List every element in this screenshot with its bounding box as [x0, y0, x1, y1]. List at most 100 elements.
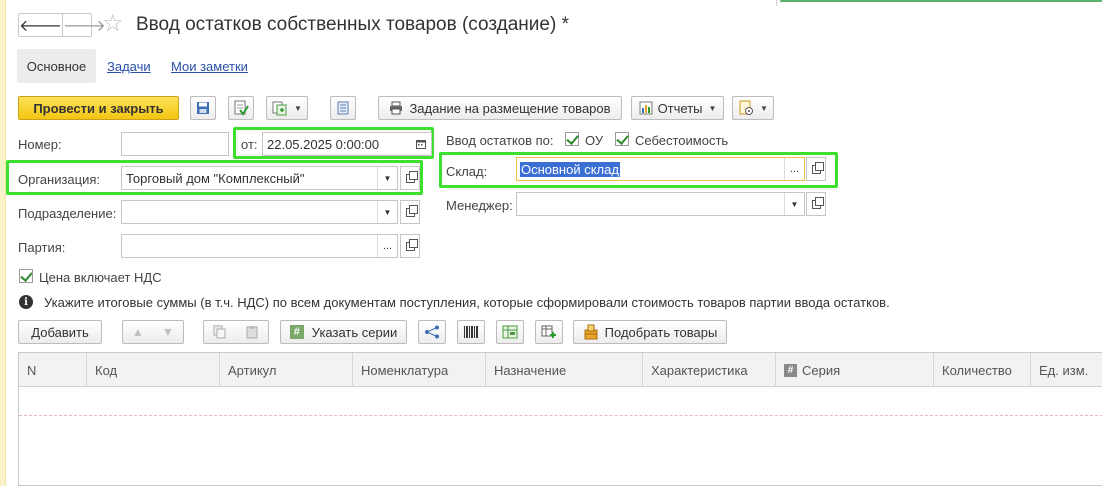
column-header-label: Серия — [802, 362, 841, 378]
price-vat-label: Цена включает НДС — [39, 270, 162, 285]
hash-icon: # — [289, 325, 304, 339]
organization-label: Организация: — [18, 172, 101, 187]
manager-field[interactable]: ▼ — [516, 192, 805, 216]
tab-main[interactable]: Основное — [17, 49, 96, 83]
column-header-characteristic[interactable]: Характеристика — [643, 353, 776, 387]
select-button[interactable]: ... — [377, 235, 397, 257]
arrow-left-icon: 🡐 — [19, 17, 62, 35]
number-field[interactable] — [121, 132, 229, 156]
paste-icon[interactable] — [245, 325, 259, 339]
table-fill-icon — [502, 325, 518, 339]
chevron-down-icon: ▼ — [708, 103, 717, 113]
window-title: Ввод остатков собственных товаров (созда… — [136, 14, 569, 35]
batch-field[interactable]: ... — [121, 234, 398, 258]
column-header-purpose[interactable]: Назначение — [486, 353, 643, 387]
copy-icon[interactable] — [213, 325, 227, 339]
arrow-up-icon[interactable]: ▲ — [132, 325, 144, 339]
column-header-label: Артикул — [228, 362, 277, 378]
organization-field[interactable]: Торговый дом "Комплексный" ▼ — [121, 166, 398, 190]
goods-pick-icon — [584, 324, 598, 340]
column-header-series[interactable]: # Серия — [776, 353, 934, 387]
add-row-label: Добавить — [31, 324, 89, 340]
add-from-table-button[interactable] — [535, 320, 563, 344]
reports-icon — [639, 101, 653, 115]
back-button[interactable]: 🡐 — [19, 14, 63, 36]
forward-button[interactable]: 🡒 — [63, 14, 106, 36]
organization-value: Торговый дом "Комплексный" — [126, 170, 305, 186]
column-header-unit[interactable]: Ед. изм. — [1031, 353, 1102, 387]
column-header-code[interactable]: Код — [87, 353, 220, 387]
division-open-button[interactable] — [400, 200, 420, 224]
division-field[interactable]: ▼ — [121, 200, 398, 224]
tab-my-notes[interactable]: Мои заметки — [171, 59, 248, 74]
more-actions-button[interactable]: ▼ — [732, 96, 774, 120]
cost-checkbox[interactable] — [615, 132, 629, 146]
settings-document-icon — [739, 100, 754, 115]
column-header-label: Характеристика — [651, 362, 748, 378]
column-header-n[interactable]: N — [19, 353, 87, 387]
table-header: N Код Артикул Номенклатура Назначение Ха… — [19, 353, 1102, 387]
date-field[interactable]: 22.05.2025 0:00:00 — [262, 132, 432, 156]
share-icon — [425, 325, 439, 339]
hash-icon: # — [784, 363, 797, 377]
warehouse-open-button[interactable] — [806, 157, 826, 181]
left-strip — [0, 0, 6, 486]
chevron-down-icon[interactable]: ▼ — [377, 201, 397, 223]
navigation-buttons: 🡐 🡒 — [18, 13, 106, 37]
cost-label: Себестоимость — [635, 133, 729, 148]
favorite-star-icon[interactable]: ☆ — [102, 10, 124, 38]
tab-tasks[interactable]: Задачи — [107, 59, 151, 74]
empty-row-separator — [19, 415, 1102, 416]
warehouse-field[interactable]: Основной склад ... — [516, 157, 805, 181]
ou-label: ОУ — [585, 133, 604, 148]
ou-checkbox[interactable] — [565, 132, 579, 146]
batch-label: Партия: — [18, 240, 66, 255]
open-window-icon — [811, 161, 824, 174]
chevron-down-icon: ▼ — [294, 103, 302, 113]
document-journal-button[interactable] — [330, 96, 356, 120]
info-icon: i — [19, 295, 33, 309]
post-and-close-label: Провести и закрыть — [33, 100, 164, 116]
price-vat-checkbox[interactable] — [19, 269, 33, 283]
warehouse-value: Основной склад — [520, 161, 620, 177]
column-header-label: N — [27, 362, 37, 378]
goods-table[interactable]: N Код Артикул Номенклатура Назначение Ха… — [18, 352, 1102, 486]
create-based-on-button[interactable]: ▼ — [266, 96, 308, 120]
journal-icon — [337, 101, 349, 115]
chevron-down-icon[interactable]: ▼ — [784, 193, 804, 215]
specify-series-button[interactable]: # Указать серии — [280, 320, 407, 344]
placement-task-button[interactable]: Задание на размещение товаров — [378, 96, 622, 120]
pick-goods-button[interactable]: Подобрать товары — [573, 320, 727, 344]
manager-label: Менеджер: — [446, 198, 513, 213]
save-button[interactable] — [190, 96, 216, 120]
barcode-button[interactable] — [457, 320, 485, 344]
barcode-icon — [464, 326, 478, 338]
post-button[interactable] — [228, 96, 254, 120]
arrow-down-icon[interactable]: ▼ — [162, 325, 174, 339]
column-header-article[interactable]: Артикул — [220, 353, 353, 387]
column-header-quantity[interactable]: Количество — [934, 353, 1031, 387]
manager-open-button[interactable] — [806, 192, 826, 216]
fill-table-button[interactable] — [496, 320, 524, 344]
column-header-label: Назначение — [494, 362, 567, 378]
column-header-label: Номенклатура — [361, 362, 449, 378]
distribute-button[interactable] — [418, 320, 446, 344]
column-header-label: Код — [95, 362, 118, 378]
table-add-icon — [541, 325, 556, 338]
column-header-nomenclature[interactable]: Номенклатура — [353, 353, 486, 387]
chevron-down-icon: ▼ — [760, 103, 768, 113]
chevron-down-icon[interactable]: ▼ — [377, 167, 397, 189]
open-window-icon — [405, 204, 418, 217]
organization-open-button[interactable] — [400, 166, 420, 190]
arrow-right-icon: 🡒 — [62, 17, 106, 35]
placement-task-label: Задание на размещение товаров — [409, 100, 611, 116]
copy-paste-group — [203, 320, 269, 344]
calendar-icon[interactable] — [411, 133, 431, 155]
batch-open-button[interactable] — [400, 234, 420, 258]
add-row-button[interactable]: Добавить — [18, 320, 102, 344]
open-window-icon — [811, 196, 824, 209]
post-and-close-button[interactable]: Провести и закрыть — [18, 96, 179, 120]
reports-button[interactable]: Отчеты ▼ — [631, 96, 724, 120]
select-button[interactable]: ... — [784, 158, 804, 180]
save-icon — [197, 102, 209, 114]
